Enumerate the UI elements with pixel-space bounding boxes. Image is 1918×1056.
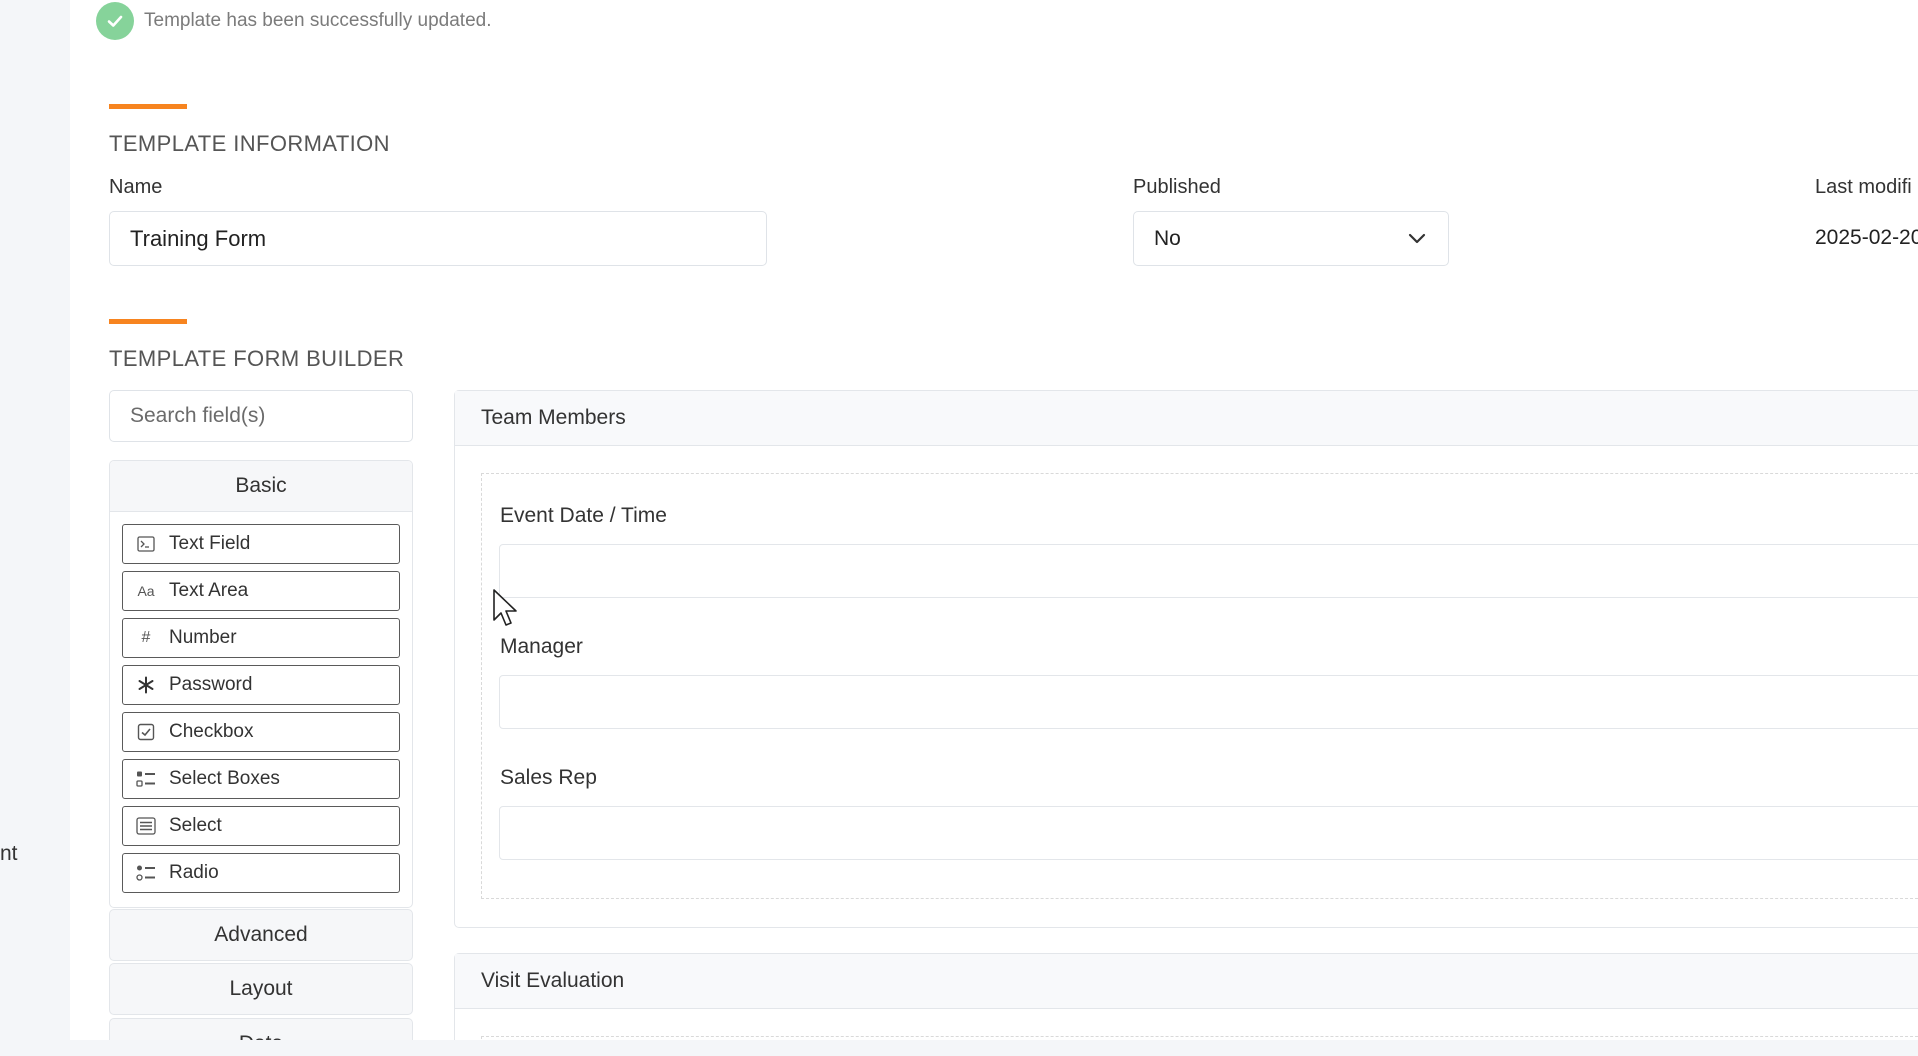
field-radio[interactable]: Radio <box>122 853 400 893</box>
field-select[interactable]: Select <box>122 806 400 846</box>
panel-team-members[interactable]: Team Members Event Date / Time Manager S… <box>454 390 1918 928</box>
field-label: Number <box>169 627 237 648</box>
sales-rep-label: Sales Rep <box>500 766 597 789</box>
last-modified-label: Last modifi <box>1815 176 1912 198</box>
field-text-field[interactable]: Text Field <box>122 524 400 564</box>
field-label: Checkbox <box>169 721 254 742</box>
event-date-time-label: Event Date / Time <box>500 504 667 527</box>
sidebar-partial-label: nt <box>0 842 18 865</box>
name-input[interactable]: Training Form <box>109 211 767 266</box>
field-label: Password <box>169 674 253 695</box>
field-search-input[interactable]: Search field(s) <box>109 390 413 442</box>
field-checkbox[interactable]: Checkbox <box>122 712 400 752</box>
event-date-time-input[interactable] <box>499 544 1918 598</box>
sales-rep-input[interactable] <box>499 806 1918 860</box>
panel-title: Team Members <box>455 391 1918 446</box>
field-label: Radio <box>169 862 219 883</box>
manager-input[interactable] <box>499 675 1918 729</box>
template-information-title: TEMPLATE INFORMATION <box>109 131 390 156</box>
checkbox-icon <box>135 721 157 743</box>
manager-label: Manager <box>500 635 583 658</box>
list-radio-icon <box>135 862 157 884</box>
panel-drop-zone <box>481 1036 1918 1040</box>
basic-field-group: Basic Text Field Aa Text Area # Number P <box>109 460 413 908</box>
panel-visit-evaluation[interactable]: Visit Evaluation <box>454 953 1918 1040</box>
page-bottom-edge <box>0 1040 1918 1056</box>
hash-icon: # <box>141 629 151 646</box>
field-number[interactable]: # Number <box>122 618 400 658</box>
panel-title: Visit Evaluation <box>455 954 1918 1009</box>
field-label: Select Boxes <box>169 768 280 789</box>
published-label: Published <box>1133 176 1221 198</box>
main-content: Template has been successfully updated. … <box>70 0 1918 1040</box>
field-label: Text Area <box>169 580 249 601</box>
field-label: Text Field <box>169 533 251 554</box>
success-alert: Template has been successfully updated. <box>96 2 492 40</box>
data-group-header[interactable]: Data <box>109 1018 413 1040</box>
field-label: Select <box>169 815 222 836</box>
field-select-boxes[interactable]: Select Boxes <box>122 759 400 799</box>
panel-drop-zone: Event Date / Time Manager Sales Rep <box>481 473 1918 899</box>
last-modified-value: 2025-02-20 <box>1815 226 1918 249</box>
asterisk-icon <box>135 674 157 696</box>
published-select[interactable]: No <box>1133 211 1449 266</box>
advanced-group-header[interactable]: Advanced <box>109 909 413 961</box>
chevron-down-icon <box>1408 227 1426 251</box>
check-circle-icon <box>96 2 134 40</box>
published-value: No <box>1154 226 1181 250</box>
select-list-icon <box>135 815 157 837</box>
list-check-icon <box>135 768 157 790</box>
mouse-cursor-icon <box>492 588 518 633</box>
name-label: Name <box>109 176 163 198</box>
field-text-area[interactable]: Aa Text Area <box>122 571 400 611</box>
layout-group-header[interactable]: Layout <box>109 963 413 1015</box>
alert-message: Template has been successfully updated. <box>144 10 492 31</box>
basic-group-header[interactable]: Basic <box>110 461 412 512</box>
field-password[interactable]: Password <box>122 665 400 705</box>
terminal-icon <box>135 533 157 555</box>
template-form-builder-title: TEMPLATE FORM BUILDER <box>109 346 405 371</box>
section-accent-bar <box>109 319 187 324</box>
left-sidebar-edge: nt <box>0 0 70 1040</box>
section-accent-bar <box>109 104 187 109</box>
font-icon: Aa <box>137 583 155 599</box>
